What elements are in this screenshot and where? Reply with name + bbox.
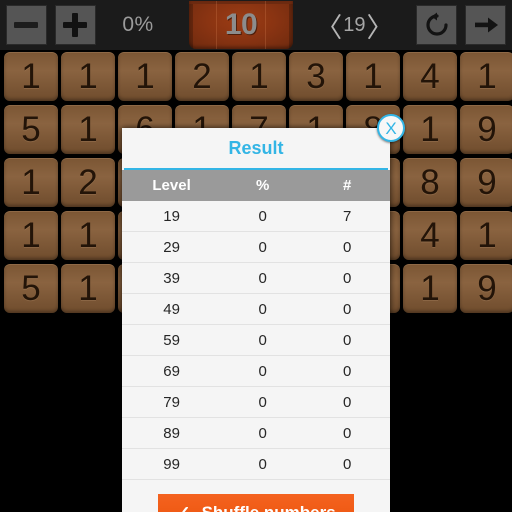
cell-percent: 0 <box>221 448 305 480</box>
cell-percent: 0 <box>221 201 305 232</box>
cell-level: 39 <box>122 262 222 294</box>
cell-level: 99 <box>122 448 222 480</box>
close-icon: X <box>385 118 397 138</box>
cell-percent: 0 <box>221 262 305 294</box>
grid-tile[interactable]: 2 <box>175 52 229 101</box>
cell-count: 0 <box>304 293 390 325</box>
table-row: 49 0 0 <box>122 293 390 325</box>
cell-count: 0 <box>304 355 390 387</box>
cell-level: 19 <box>122 201 222 232</box>
cell-count: 7 <box>304 201 390 232</box>
grid-tile[interactable]: 3 <box>289 52 343 101</box>
cell-level: 49 <box>122 293 222 325</box>
dialog-body: Level % # 19 0 7 29 0 0 39 0 0 49 0 0 59… <box>122 170 390 512</box>
grid-tile[interactable]: 1 <box>61 52 115 101</box>
grid-tile[interactable]: 1 <box>403 105 457 154</box>
shuffle-numbers-button[interactable]: ✓ Shuffle numbers <box>158 494 354 512</box>
cell-percent: 0 <box>221 355 305 387</box>
cell-percent: 0 <box>221 386 305 418</box>
grid-tile[interactable]: 1 <box>61 105 115 154</box>
dialog-title: Result <box>122 128 390 168</box>
grid-tile[interactable]: 1 <box>61 211 115 260</box>
tile-seam-right <box>264 1 266 49</box>
level-value: 19 <box>343 13 366 36</box>
grid-tile[interactable]: 9 <box>460 158 512 207</box>
table-row: 19 0 7 <box>122 201 390 232</box>
next-button[interactable] <box>464 5 507 45</box>
column-header-count: # <box>304 170 390 201</box>
plus-icon <box>63 13 88 37</box>
grid-tile[interactable]: 1 <box>460 211 512 260</box>
cell-level: 69 <box>122 355 222 387</box>
grid-tile[interactable]: 1 <box>4 211 58 260</box>
table-row: 59 0 0 <box>122 324 390 356</box>
cell-count: 0 <box>304 386 390 418</box>
grid-tile[interactable]: 4 <box>403 52 457 101</box>
cell-percent: 0 <box>221 417 305 449</box>
table-row: 79 0 0 <box>122 386 390 418</box>
table-row: 99 0 0 <box>122 448 390 480</box>
result-table: Level % # 19 0 7 29 0 0 39 0 0 49 0 0 59… <box>122 170 390 480</box>
stack-counter-value: 10 <box>224 8 258 41</box>
grid-tile[interactable]: 1 <box>232 52 286 101</box>
column-header-percent: % <box>221 170 305 201</box>
cell-level: 79 <box>122 386 222 418</box>
cell-count: 0 <box>304 324 390 356</box>
toolbar: 0% 10 〈 19 〉 <box>0 0 512 50</box>
shuffle-numbers-label: Shuffle numbers <box>202 503 336 512</box>
close-dialog-button[interactable]: X <box>377 114 405 142</box>
cell-level: 89 <box>122 417 222 449</box>
grid-tile[interactable]: 5 <box>4 105 58 154</box>
table-row: 29 0 0 <box>122 231 390 263</box>
shuffle-button-container: ✓ Shuffle numbers <box>122 480 390 512</box>
grid-tile[interactable]: 1 <box>4 52 58 101</box>
cell-level: 29 <box>122 231 222 263</box>
undo-icon <box>426 12 448 36</box>
grid-tile[interactable]: 1 <box>346 52 400 101</box>
cell-percent: 0 <box>221 293 305 325</box>
chevron-left-icon: 〈 <box>315 12 343 43</box>
table-row: 69 0 0 <box>122 355 390 387</box>
grid-tile[interactable]: 1 <box>4 158 58 207</box>
cell-count: 0 <box>304 231 390 263</box>
grid-tile[interactable]: 1 <box>460 52 512 101</box>
grid-tile[interactable]: 9 <box>460 105 512 154</box>
grid-tile[interactable]: 4 <box>403 211 457 260</box>
grid-tile[interactable]: 1 <box>403 264 457 313</box>
cell-percent: 0 <box>221 324 305 356</box>
cell-count: 0 <box>304 417 390 449</box>
tile-seam-left <box>216 1 218 49</box>
cell-count: 0 <box>304 448 390 480</box>
grid-tile[interactable]: 1 <box>118 52 172 101</box>
undo-button[interactable] <box>415 5 458 45</box>
grid-tile[interactable]: 1 <box>61 264 115 313</box>
cell-level: 59 <box>122 324 222 356</box>
column-header-level: Level <box>122 170 222 201</box>
cell-count: 0 <box>304 262 390 294</box>
minus-icon <box>14 22 39 28</box>
chevron-right-icon: 〉 <box>366 12 394 43</box>
level-indicator: 〈 19 〉 <box>315 6 393 45</box>
arrow-right-icon <box>474 17 498 33</box>
grid-tile[interactable]: 2 <box>61 158 115 207</box>
check-icon: ✓ <box>176 503 190 512</box>
increase-button[interactable] <box>54 5 97 45</box>
table-header-row: Level % # <box>122 170 390 201</box>
grid-tile[interactable]: 5 <box>4 264 58 313</box>
table-row: 89 0 0 <box>122 417 390 449</box>
grid-tile[interactable]: 8 <box>403 158 457 207</box>
cell-percent: 0 <box>221 231 305 263</box>
result-dialog: Result Level % # 19 0 7 29 0 0 39 0 0 49… <box>122 128 390 512</box>
stack-counter-tile[interactable]: 10 <box>189 1 293 49</box>
table-row: 39 0 0 <box>122 262 390 294</box>
decrease-button[interactable] <box>5 5 48 45</box>
percent-label: 0% <box>122 13 154 36</box>
grid-tile[interactable]: 9 <box>460 264 512 313</box>
game-screen: 0% 10 〈 19 〉 1 1 1 2 1 3 1 4 1 5 1 1 9 1… <box>0 0 512 512</box>
